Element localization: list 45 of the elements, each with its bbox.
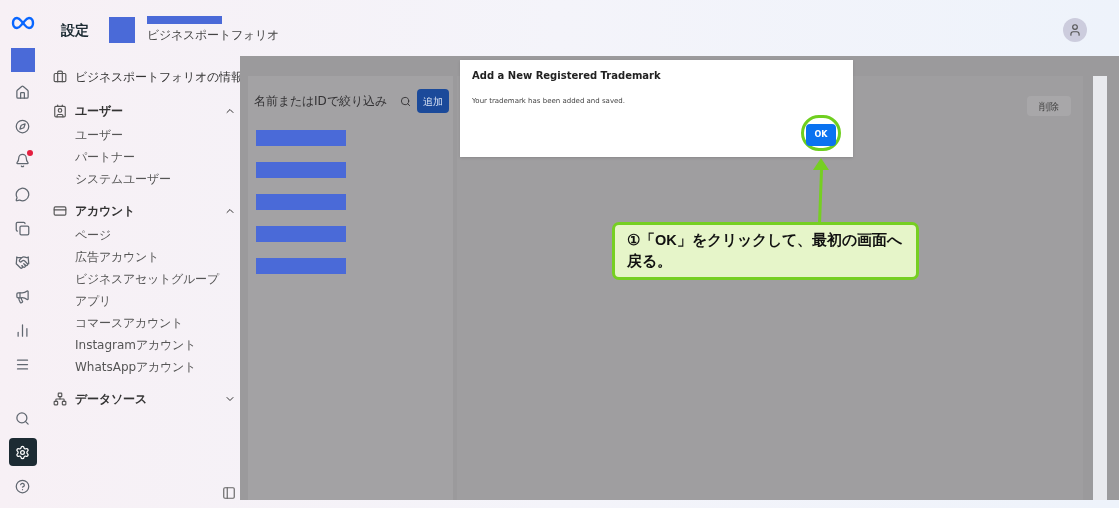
- sidebar-subitem[interactable]: ビジネスアセットグループ: [53, 268, 236, 290]
- add-button[interactable]: 追加: [417, 89, 449, 113]
- sidebar-subitem[interactable]: コマースアカウント: [53, 312, 236, 334]
- redaction-block: [10, 48, 35, 72]
- dialog-title: Add a New Registered Trademark: [472, 69, 662, 83]
- avatar-icon[interactable]: [1063, 18, 1087, 42]
- network-icon: [53, 392, 67, 406]
- chat-bubble-icon: [15, 186, 30, 202]
- portfolio-name: ビジネスポートフォリオ: [147, 27, 279, 44]
- bell-icon: [15, 152, 30, 168]
- ok-button[interactable]: OK: [806, 123, 836, 146]
- infinity-logo-icon: [10, 16, 35, 30]
- redaction-block: [109, 17, 135, 43]
- briefcase-icon: [53, 70, 67, 84]
- sidebar-subitem[interactable]: ページ: [53, 224, 236, 246]
- menu-icon: [15, 356, 30, 372]
- sidebar-subitem[interactable]: アプリ: [53, 290, 236, 312]
- pointer-arrow: [812, 158, 830, 224]
- sidebar-subitem[interactable]: 広告アカウント: [53, 246, 236, 268]
- sidebar-subitem[interactable]: Instagramアカウント: [53, 334, 236, 356]
- rail-button[interactable]: [8, 438, 37, 466]
- collapse-panel-icon[interactable]: [222, 486, 236, 500]
- help-icon: [15, 478, 30, 494]
- search-icon: [400, 95, 411, 107]
- sidebar-subitem[interactable]: ユーザー: [53, 124, 236, 146]
- page-title: 設定: [61, 20, 89, 40]
- sidebar-item[interactable]: ユーザー: [53, 98, 236, 124]
- home-icon: [15, 84, 30, 100]
- search-icon: [15, 410, 30, 426]
- search-field[interactable]: 名前またはIDで絞り込み: [252, 88, 413, 114]
- sidebar-subitem[interactable]: システムユーザー: [53, 168, 236, 190]
- bar-chart-icon: [15, 322, 30, 338]
- settings-icon: [15, 444, 30, 460]
- sidebar-item[interactable]: アカウント: [53, 198, 236, 224]
- compass-icon: [15, 118, 30, 134]
- sidebar-subitem[interactable]: WhatsAppアカウント: [53, 356, 236, 378]
- megaphone-icon: [15, 288, 30, 304]
- sidebar-item[interactable]: データソース: [53, 386, 236, 412]
- stacked-pages-icon: [15, 220, 30, 236]
- card-icon: [53, 204, 67, 218]
- delete-button[interactable]: 削除: [1027, 96, 1071, 116]
- callout-box: ①「OK」をクリックして、最初の画面へ戻る。: [612, 222, 919, 280]
- handshake-icon: [15, 254, 30, 270]
- sidebar-subitem[interactable]: パートナー: [53, 146, 236, 168]
- contact-card-icon: [53, 104, 67, 118]
